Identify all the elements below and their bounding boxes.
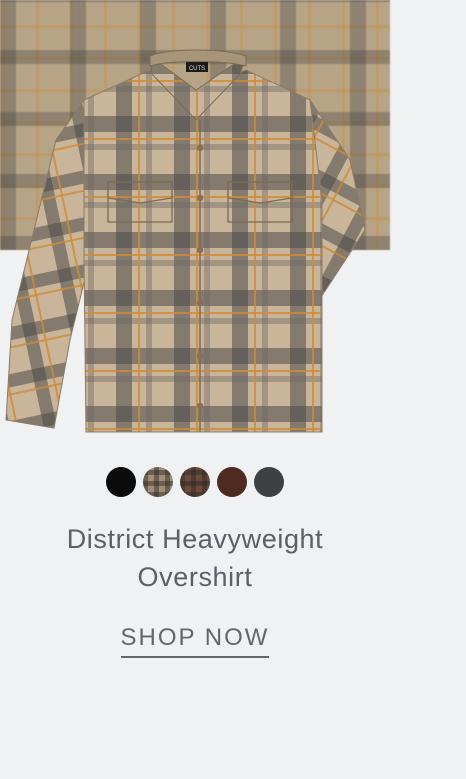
color-swatches — [0, 467, 390, 497]
plaid-overshirt-image: CUTS — [5, 49, 366, 433]
product-title-line-2: Overshirt — [137, 562, 253, 592]
svg-text:CUTS: CUTS — [189, 66, 205, 72]
product-title[interactable]: District Heavyweight Overshirt — [0, 520, 390, 596]
swatch-black[interactable] — [106, 467, 136, 497]
product-title-line-1: District Heavyweight — [66, 524, 324, 554]
swatch-brown-plaid[interactable] — [180, 467, 210, 497]
product-image[interactable]: CUTS — [0, 0, 466, 440]
swatch-charcoal[interactable] — [254, 467, 284, 497]
product-card[interactable]: CUTS District Heavyweight Overshirt SHOP… — [0, 0, 466, 779]
shop-now-link[interactable]: SHOP NOW — [120, 624, 270, 658]
swatch-tan-plaid[interactable] — [143, 467, 173, 497]
swatch-brown[interactable] — [217, 467, 247, 497]
